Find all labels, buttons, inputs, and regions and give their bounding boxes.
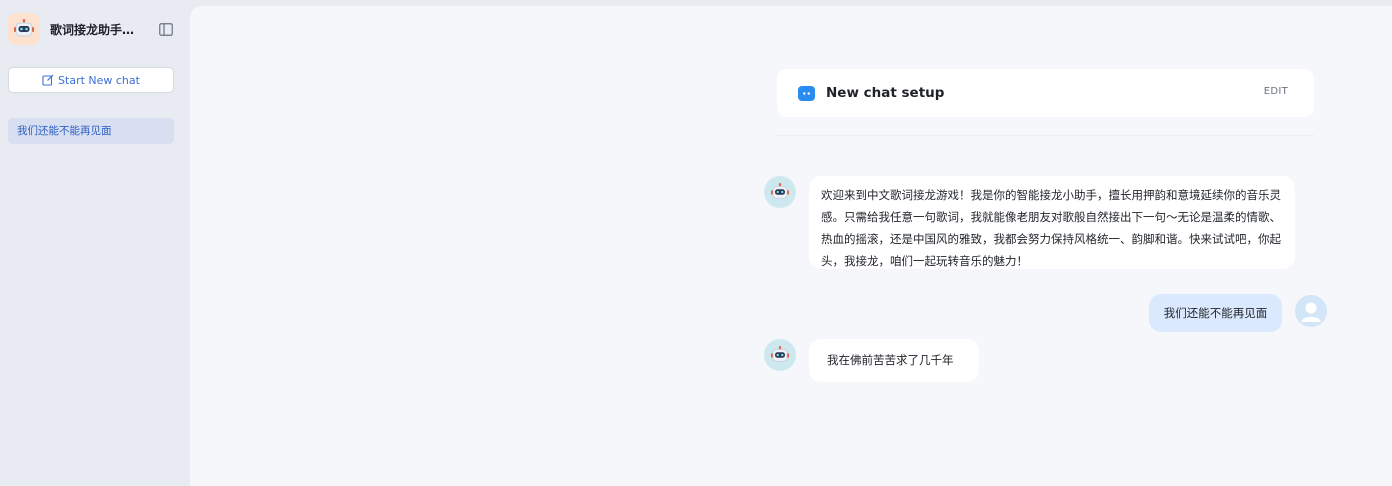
bot-avatar bbox=[764, 176, 796, 208]
start-new-chat-button[interactable]: Start New chat bbox=[8, 67, 174, 93]
robot-icon bbox=[770, 346, 790, 364]
bot-message: 欢迎来到中文歌词接龙游戏！我是你的智能接龙小助手，擅长用押韵和意境延续你的音乐灵… bbox=[809, 176, 1295, 269]
bot-icon bbox=[798, 85, 815, 101]
bot-message: 我在佛前苦苦求了几千年 bbox=[809, 339, 979, 382]
chat-main: New chat setup EDIT 欢迎来到中文歌词接龙游戏！我是你的智能接… bbox=[190, 6, 1392, 486]
user-icon bbox=[1295, 295, 1327, 327]
robot-icon bbox=[770, 183, 790, 201]
robot-icon bbox=[8, 13, 40, 45]
app-header: 歌词接龙助手智... bbox=[8, 12, 182, 46]
setup-title: New chat setup bbox=[826, 85, 945, 101]
bot-avatar bbox=[764, 339, 796, 371]
conversation-item[interactable]: 我们还能不能再见面 bbox=[8, 118, 174, 144]
user-message: 我们还能不能再见面 bbox=[1149, 294, 1282, 332]
start-new-chat-label: Start New chat bbox=[58, 73, 140, 87]
sidebar-toggle-icon[interactable] bbox=[158, 21, 174, 37]
edit-button[interactable]: EDIT bbox=[1264, 86, 1288, 97]
chat-setup-card: New chat setup EDIT bbox=[777, 69, 1314, 117]
sidebar: 歌词接龙助手智... Start New chat 我们还能不能再见面 bbox=[0, 0, 190, 486]
app-title: 歌词接龙助手智... bbox=[50, 22, 146, 37]
divider bbox=[777, 135, 1314, 136]
edit-icon bbox=[42, 74, 58, 86]
user-avatar bbox=[1295, 295, 1327, 327]
